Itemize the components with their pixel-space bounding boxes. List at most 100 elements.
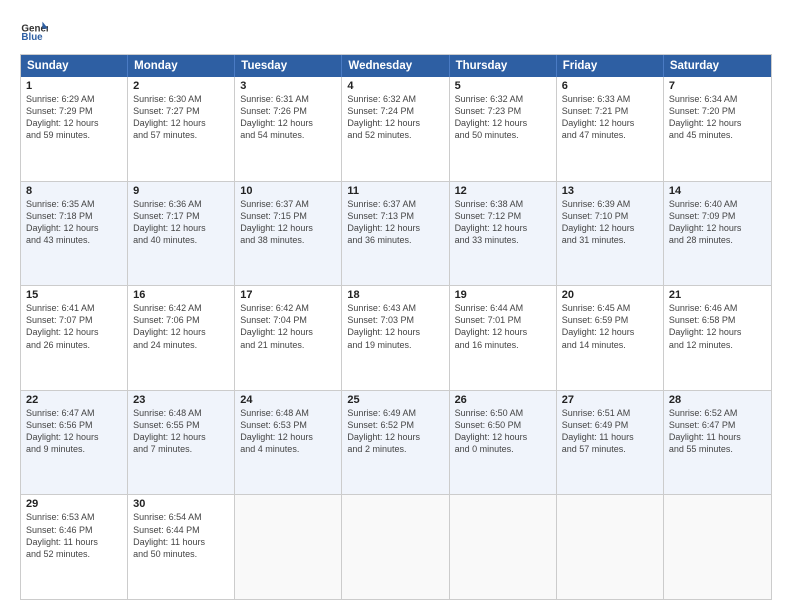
cell-info-line: Sunset: 7:21 PM — [562, 105, 658, 117]
cell-info-line: Daylight: 12 hours — [347, 222, 443, 234]
cell-info-line: and 40 minutes. — [133, 234, 229, 246]
day-number: 23 — [133, 394, 229, 406]
cell-info-line: and 50 minutes. — [133, 548, 229, 560]
day-cell-5: 5Sunrise: 6:32 AMSunset: 7:23 PMDaylight… — [450, 77, 557, 181]
cell-info-line: and 45 minutes. — [669, 129, 766, 141]
empty-cell — [235, 495, 342, 599]
day-cell-27: 27Sunrise: 6:51 AMSunset: 6:49 PMDayligh… — [557, 391, 664, 495]
cell-info-line: and 36 minutes. — [347, 234, 443, 246]
cell-info-line: Sunset: 7:29 PM — [26, 105, 122, 117]
cell-info-line: Daylight: 12 hours — [562, 117, 658, 129]
cell-info-line: Sunrise: 6:50 AM — [455, 407, 551, 419]
cell-info-line: Daylight: 12 hours — [26, 431, 122, 443]
calendar-row-5: 29Sunrise: 6:53 AMSunset: 6:46 PMDayligh… — [21, 495, 771, 599]
day-number: 25 — [347, 394, 443, 406]
day-cell-3: 3Sunrise: 6:31 AMSunset: 7:26 PMDaylight… — [235, 77, 342, 181]
day-cell-4: 4Sunrise: 6:32 AMSunset: 7:24 PMDaylight… — [342, 77, 449, 181]
day-number: 26 — [455, 394, 551, 406]
day-cell-1: 1Sunrise: 6:29 AMSunset: 7:29 PMDaylight… — [21, 77, 128, 181]
day-number: 13 — [562, 185, 658, 197]
day-number: 28 — [669, 394, 766, 406]
cell-info-line: and 52 minutes. — [26, 548, 122, 560]
cell-info-line: Daylight: 12 hours — [26, 222, 122, 234]
cell-info-line: and 55 minutes. — [669, 443, 766, 455]
cell-info-line: Daylight: 12 hours — [26, 117, 122, 129]
empty-cell — [450, 495, 557, 599]
empty-cell — [557, 495, 664, 599]
cell-info-line: Sunrise: 6:40 AM — [669, 198, 766, 210]
cell-info-line: and 33 minutes. — [455, 234, 551, 246]
day-number: 16 — [133, 289, 229, 301]
cell-info-line: Sunrise: 6:51 AM — [562, 407, 658, 419]
cell-info-line: Daylight: 12 hours — [562, 326, 658, 338]
cell-info-line: Daylight: 12 hours — [133, 431, 229, 443]
cell-info-line: Sunrise: 6:29 AM — [26, 93, 122, 105]
cell-info-line: and 7 minutes. — [133, 443, 229, 455]
day-number: 27 — [562, 394, 658, 406]
cell-info-line: Sunset: 7:20 PM — [669, 105, 766, 117]
day-number: 29 — [26, 498, 122, 510]
cell-info-line: and 43 minutes. — [26, 234, 122, 246]
cell-info-line: Sunrise: 6:44 AM — [455, 302, 551, 314]
calendar-body: 1Sunrise: 6:29 AMSunset: 7:29 PMDaylight… — [21, 77, 771, 599]
page-header: General Blue — [20, 16, 772, 44]
day-number: 5 — [455, 80, 551, 92]
cell-info-line: Sunrise: 6:33 AM — [562, 93, 658, 105]
day-number: 11 — [347, 185, 443, 197]
cell-info-line: and 12 minutes. — [669, 339, 766, 351]
cell-info-line: Sunrise: 6:49 AM — [347, 407, 443, 419]
calendar-header-row: SundayMondayTuesdayWednesdayThursdayFrid… — [21, 55, 771, 77]
empty-cell — [342, 495, 449, 599]
cell-info-line: Daylight: 12 hours — [133, 117, 229, 129]
cell-info-line: Sunrise: 6:52 AM — [669, 407, 766, 419]
cell-info-line: Sunset: 6:46 PM — [26, 524, 122, 536]
day-number: 12 — [455, 185, 551, 197]
cell-info-line: Sunrise: 6:47 AM — [26, 407, 122, 419]
day-number: 15 — [26, 289, 122, 301]
cell-info-line: and 4 minutes. — [240, 443, 336, 455]
cell-info-line: Sunrise: 6:34 AM — [669, 93, 766, 105]
day-number: 9 — [133, 185, 229, 197]
day-number: 17 — [240, 289, 336, 301]
day-number: 24 — [240, 394, 336, 406]
logo-icon: General Blue — [20, 16, 48, 44]
day-cell-12: 12Sunrise: 6:38 AMSunset: 7:12 PMDayligh… — [450, 182, 557, 286]
cell-info-line: and 31 minutes. — [562, 234, 658, 246]
day-cell-24: 24Sunrise: 6:48 AMSunset: 6:53 PMDayligh… — [235, 391, 342, 495]
cell-info-line: Sunset: 6:58 PM — [669, 314, 766, 326]
cell-info-line: Sunrise: 6:53 AM — [26, 511, 122, 523]
logo: General Blue — [20, 16, 48, 44]
header-cell-tuesday: Tuesday — [235, 55, 342, 77]
cell-info-line: and 47 minutes. — [562, 129, 658, 141]
cell-info-line: Sunset: 6:44 PM — [133, 524, 229, 536]
calendar: SundayMondayTuesdayWednesdayThursdayFrid… — [20, 54, 772, 600]
cell-info-line: Daylight: 12 hours — [133, 222, 229, 234]
calendar-row-4: 22Sunrise: 6:47 AMSunset: 6:56 PMDayligh… — [21, 391, 771, 496]
calendar-row-2: 8Sunrise: 6:35 AMSunset: 7:18 PMDaylight… — [21, 182, 771, 287]
cell-info-line: Daylight: 12 hours — [455, 117, 551, 129]
day-number: 3 — [240, 80, 336, 92]
cell-info-line: and 59 minutes. — [26, 129, 122, 141]
empty-cell — [664, 495, 771, 599]
cell-info-line: Sunset: 7:04 PM — [240, 314, 336, 326]
cell-info-line: and 19 minutes. — [347, 339, 443, 351]
header-cell-wednesday: Wednesday — [342, 55, 449, 77]
cell-info-line: Sunset: 6:59 PM — [562, 314, 658, 326]
day-number: 10 — [240, 185, 336, 197]
day-cell-19: 19Sunrise: 6:44 AMSunset: 7:01 PMDayligh… — [450, 286, 557, 390]
cell-info-line: and 54 minutes. — [240, 129, 336, 141]
cell-info-line: and 24 minutes. — [133, 339, 229, 351]
day-number: 1 — [26, 80, 122, 92]
calendar-row-1: 1Sunrise: 6:29 AMSunset: 7:29 PMDaylight… — [21, 77, 771, 182]
cell-info-line: and 57 minutes. — [133, 129, 229, 141]
cell-info-line: Sunset: 7:17 PM — [133, 210, 229, 222]
cell-info-line: Daylight: 12 hours — [240, 326, 336, 338]
day-cell-7: 7Sunrise: 6:34 AMSunset: 7:20 PMDaylight… — [664, 77, 771, 181]
cell-info-line: and 28 minutes. — [669, 234, 766, 246]
day-cell-26: 26Sunrise: 6:50 AMSunset: 6:50 PMDayligh… — [450, 391, 557, 495]
cell-info-line: Daylight: 12 hours — [669, 326, 766, 338]
day-cell-14: 14Sunrise: 6:40 AMSunset: 7:09 PMDayligh… — [664, 182, 771, 286]
day-cell-29: 29Sunrise: 6:53 AMSunset: 6:46 PMDayligh… — [21, 495, 128, 599]
cell-info-line: Daylight: 12 hours — [455, 431, 551, 443]
cell-info-line: Daylight: 12 hours — [347, 326, 443, 338]
